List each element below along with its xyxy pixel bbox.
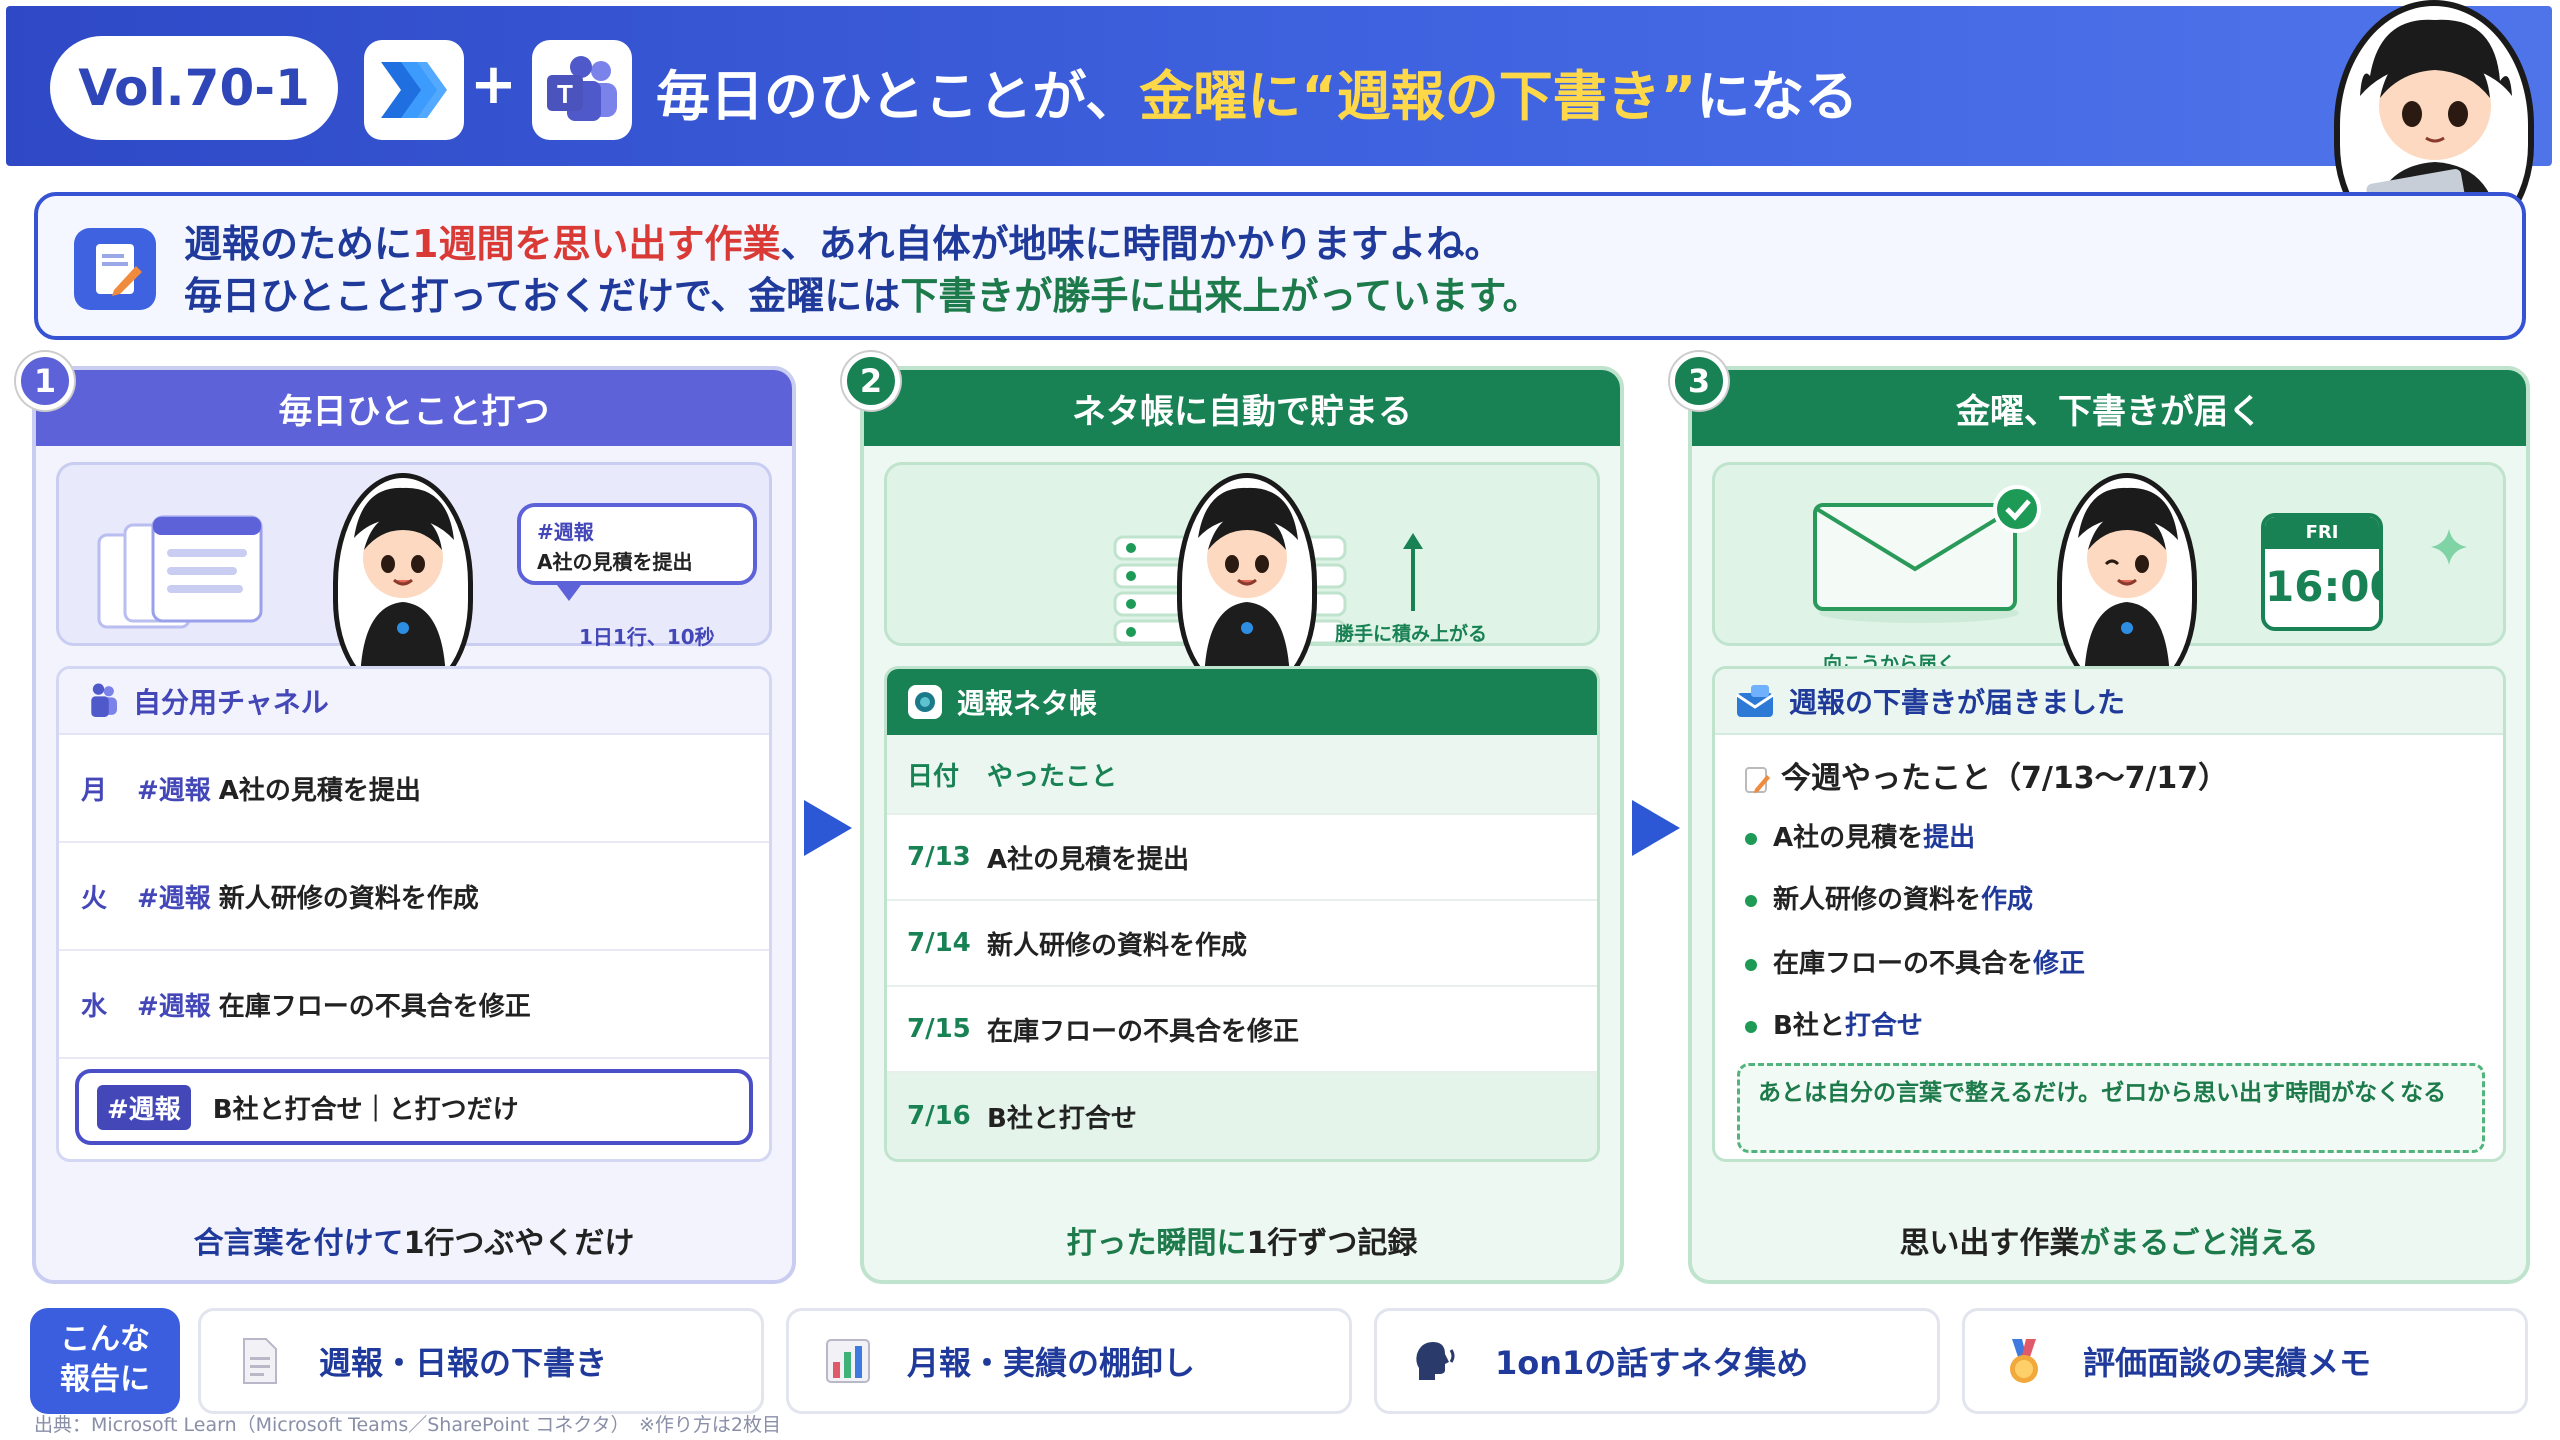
intro-emphasis-red: 1週間を思い出す作業 — [412, 222, 781, 266]
table-row: 7/14 新人研修の資料を作成 — [887, 901, 1597, 987]
hashtag: #週報 — [137, 775, 211, 806]
netacho-title: 週報ネタ帳 — [957, 687, 1098, 720]
bubble-tail — [557, 585, 581, 601]
table-row: 7/15 在庫フローの不具合を修正 — [887, 987, 1597, 1073]
intro-emphasis-green: 下書きが勝手に出来上がっています。 — [900, 274, 1541, 318]
source-citation: 出典：Microsoft Learn（Microsoft Teams／Share… — [34, 1414, 782, 1436]
envelope-check-icon — [1813, 485, 2041, 623]
mail-title: 週報の下書きが届きました — [1789, 686, 2126, 719]
table-header-row: 日付 やったこと — [887, 735, 1597, 815]
step-1-footer: 合言葉を付けて1行つぶやくだけ — [193, 1226, 635, 1261]
calendar-day: FRI — [2265, 517, 2379, 549]
bubble-tag: #週報 — [537, 520, 594, 544]
document-icon — [237, 1335, 283, 1387]
channel-message: 火 #週報 新人研修の資料を作成 — [59, 843, 769, 951]
avatar-wink — [2057, 473, 2197, 693]
avatar-peace — [1177, 473, 1317, 693]
plus-sign: + — [470, 52, 517, 117]
usecase-weekly-report: 週報・日報の下書き — [198, 1308, 764, 1414]
chat-cards-icon — [97, 515, 263, 629]
teams-icon — [91, 683, 117, 717]
usecase-1on1: 1on1の話すネタ集め — [1374, 1308, 1940, 1414]
channel-message: 月 #週報 A社の見積を提出 — [59, 735, 769, 843]
header-banner: Vol.70-1 + T 毎日のひとことが、金曜に“週報の下書き”になる — [6, 6, 2552, 166]
medal-icon — [2001, 1335, 2047, 1387]
step-2-number: 2 — [842, 352, 900, 410]
table-row: 7/16 B社と打合せ — [887, 1073, 1597, 1159]
list-item: A社の見積を提出 — [1745, 817, 1975, 854]
netacho-header: 週報ネタ帳 — [887, 669, 1597, 735]
step-2-panel: ネタ帳に自動で貯まる 勝手に積み上がる 週報ネタ帳 日付 やったこと 7/13 A社… — [860, 366, 1624, 1284]
speaking-head-icon — [1413, 1335, 1459, 1387]
week-title: 今週やったこと（7/13〜7/17） — [1743, 753, 2228, 797]
list-item: B社と打合せ — [1745, 1005, 1923, 1042]
step-3-footer: 思い出す作業がまるごと消える — [1899, 1226, 2319, 1261]
power-automate-icon — [364, 40, 464, 140]
step-1-illustration: #週報 A社の見積を提出 1日1行、10秒 — [56, 462, 772, 693]
usecase-evaluation: 評価面談の実績メモ — [1962, 1308, 2528, 1414]
netacho-card: 週報ネタ帳 日付 やったこと 7/13 A社の見積を提出 7/14 新人研修の資料を作… — [884, 666, 1600, 1162]
step-2-footer: 打った瞬間に1行ずつ記録 — [1066, 1226, 1418, 1261]
list-item: 新人研修の資料を作成 — [1745, 879, 2033, 916]
memo-icon — [74, 228, 156, 310]
title-main: 毎日のひとことが、 — [656, 65, 1140, 128]
arrow-right-icon — [1632, 800, 1680, 856]
volume-badge: Vol.70-1 — [50, 36, 338, 140]
mail-header: 週報の下書きが届きました — [1715, 669, 2503, 735]
hashtag: #週報 — [137, 991, 211, 1022]
step-1-number: 1 — [16, 352, 74, 410]
avatar-waving — [333, 473, 473, 693]
channel-card: 自分用チャネル 月 #週報 A社の見積を提出 火 #週報 新人研修の資料を作成 水 #週報… — [56, 666, 772, 1162]
step-2-title: ネタ帳に自動で貯まる — [864, 370, 1620, 446]
list-item: 在庫フローの不具合を修正 — [1745, 943, 2085, 980]
message-input[interactable]: #週報 B社と打合せ｜と打つだけ — [75, 1069, 753, 1145]
intro-box: 週報のために1週間を思い出す作業、あれ自体が地味に時間かかりますよね。 毎日ひと… — [34, 192, 2526, 340]
channel-title: 自分用チャネル — [133, 686, 329, 719]
sparkle-icon — [2431, 529, 2467, 565]
mail-card: 週報の下書きが届きました 今週やったこと（7/13〜7/17） A社の見積を提出… — [1712, 666, 2506, 1162]
memo-icon — [1745, 766, 1770, 793]
step-3-number: 3 — [1670, 352, 1728, 410]
intro-line-1: 週報のために1週間を思い出す作業、あれ自体が地味に時間かかりますよね。 — [184, 222, 1503, 266]
note-box: あとは自分の言葉で整えるだけ。ゼロから思い出す時間がなくなる — [1737, 1063, 2485, 1153]
channel-header: 自分用チャネル — [59, 669, 769, 735]
calendar-icon: FRI 16:00 — [2261, 513, 2383, 631]
channel-message: 水 #週報 在庫フローの不具合を修正 — [59, 951, 769, 1059]
hashtag-pill: #週報 — [97, 1084, 191, 1130]
step-1-title: 毎日ひとこと打つ — [36, 370, 792, 446]
calendar-time: 16:00 — [2265, 562, 2379, 611]
bar-chart-icon — [825, 1335, 871, 1387]
intro-line-2: 毎日ひとこと打っておくだけで、金曜には下書きが勝手に出来上がっています。 — [184, 274, 1541, 318]
column-date: 日付 — [907, 761, 960, 792]
usecase-monthly-report: 月報・実績の棚卸し — [786, 1308, 1352, 1414]
outlook-mail-icon — [1736, 685, 1774, 717]
teams-icon: T — [532, 40, 632, 140]
step-2-illustration: 勝手に積み上がる — [884, 462, 1600, 693]
sharepoint-list-icon — [908, 685, 942, 719]
title-end: になる — [1696, 65, 1859, 128]
speech-bubble: #週報 A社の見積を提出 — [517, 503, 757, 585]
input-text: B社と打合せ｜と打つだけ — [212, 1094, 519, 1125]
bubble-text: A社の見積を提出 — [537, 550, 693, 574]
step-1-caption: 1日1行、10秒 — [579, 625, 715, 649]
arrow-up-icon — [1403, 533, 1423, 611]
step-3-illustration: 向こうから届く FRI 16:00 — [1712, 462, 2506, 693]
step-3-title: 金曜、下書きが届く — [1692, 370, 2526, 446]
arrow-right-icon — [804, 800, 852, 856]
svg-text:T: T — [557, 79, 573, 109]
intro-text: 週報のために1週間を思い出す作業、あれ自体が地味に時間かかりますよね。 毎日ひと… — [184, 218, 1541, 322]
page-title: 毎日のひとことが、金曜に“週報の下書き”になる — [656, 52, 1858, 131]
step-2-caption: 勝手に積み上がる — [1335, 623, 1488, 645]
column-done: やったこと — [987, 761, 1118, 792]
usecase-label: こんな 報告に — [30, 1308, 180, 1414]
table-row: 7/13 A社の見積を提出 — [887, 815, 1597, 901]
title-highlight: 金曜に“週報の下書き” — [1139, 65, 1697, 128]
step-1-panel: 毎日ひとこと打つ #週報 A社の見積を提出 1日1行、10秒 自分用チャネル 月… — [32, 366, 796, 1284]
hashtag: #週報 — [137, 883, 211, 914]
step-3-panel: 金曜、下書きが届く 向こうから届く FRI 16:00 週報の下書きが届きました… — [1688, 366, 2530, 1284]
